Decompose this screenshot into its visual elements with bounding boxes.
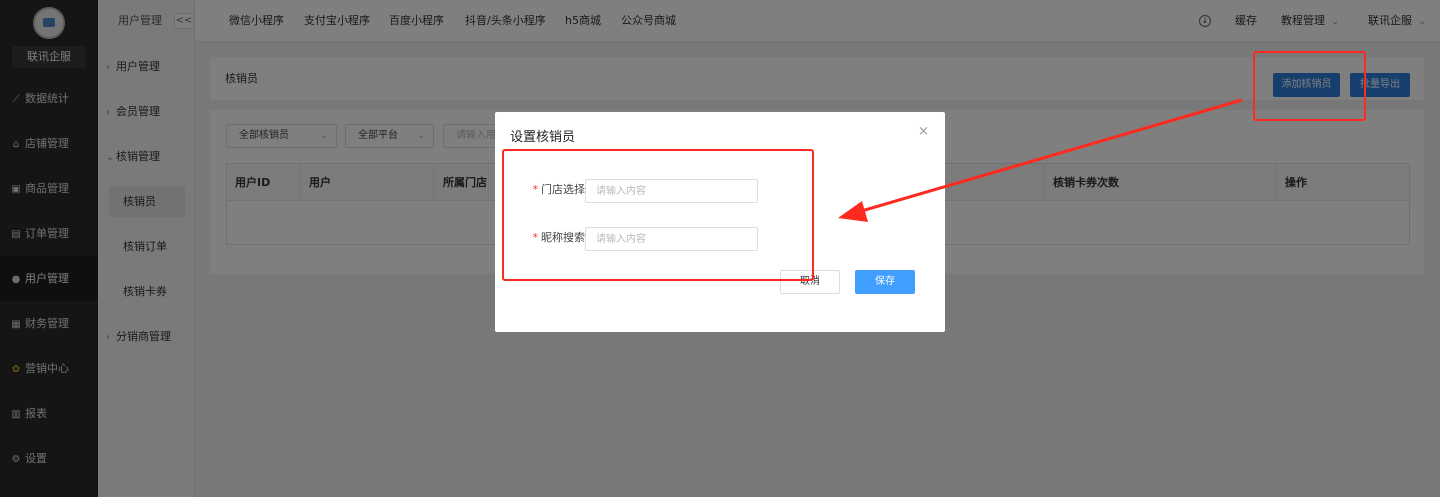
annotation-arrow-icon [838,98,1243,222]
